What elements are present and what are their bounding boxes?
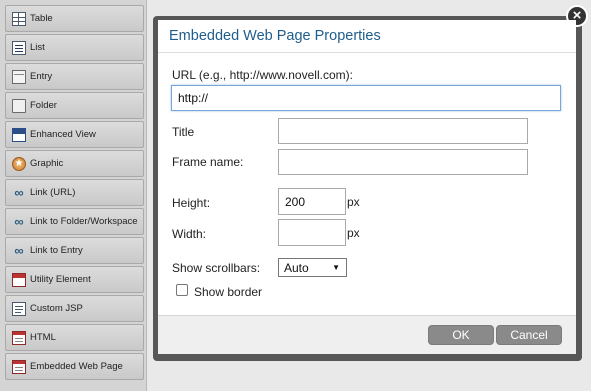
palette-item-custom-jsp[interactable]: Custom JSP (5, 295, 144, 322)
link-icon: ∞ (14, 184, 24, 200)
palette-item-link-url[interactable]: ∞ Link (URL) (5, 179, 144, 206)
palette-item-link-to-folder-workspace[interactable]: ∞ Link to Folder/Workspace (5, 208, 144, 235)
palette-item-utility-element[interactable]: Utility Element (5, 266, 144, 293)
palette-item-label: Custom JSP (30, 303, 83, 314)
palette-item-enhanced-view[interactable]: Enhanced View (5, 121, 144, 148)
palette-item-link-to-entry[interactable]: ∞ Link to Entry (5, 237, 144, 264)
palette-list: Table List Entry Folder Enhanced View ★ Graphi… (5, 5, 144, 382)
enhanced-view-icon (12, 127, 26, 142)
url-input[interactable] (171, 85, 561, 111)
palette-item-html[interactable]: HTML (5, 324, 144, 351)
list-icon (12, 40, 26, 55)
height-label: Height: (172, 196, 211, 210)
url-label: URL (e.g., http://www.novell.com): (172, 68, 353, 82)
dialog-title-bar: Embedded Web Page Properties (158, 20, 576, 53)
palette-item-label: Link to Folder/Workspace (30, 216, 138, 227)
palette-item-entry[interactable]: Entry (5, 63, 144, 90)
entry-icon (12, 69, 26, 84)
embedded-web-page-icon (12, 359, 26, 374)
palette-item-graphic[interactable]: ★ Graphic (5, 150, 144, 177)
palette-item-label: Link (URL) (30, 187, 76, 198)
scrollbars-label: Show scrollbars: (172, 261, 261, 275)
palette-item-embedded-web-page[interactable]: Embedded Web Page (5, 353, 144, 380)
width-input[interactable] (278, 219, 346, 246)
custom-jsp-icon (12, 301, 26, 316)
palette-item-list[interactable]: List (5, 34, 144, 61)
scrollbars-selected: Auto (284, 260, 309, 275)
link-icon: ∞ (14, 213, 24, 229)
palette-item-label: Link to Entry (30, 245, 83, 256)
palette-item-label: Enhanced View (30, 129, 96, 140)
width-label: Width: (172, 227, 207, 241)
height-unit: px (347, 195, 360, 209)
cancel-button[interactable]: Cancel (496, 325, 562, 345)
palette-item-label: Entry (30, 71, 53, 82)
frame-name-label: Frame name: (172, 155, 244, 169)
show-border-label: Show border (194, 285, 263, 299)
element-palette: Table List Entry Folder Enhanced View ★ Graphi… (0, 0, 147, 391)
title-input[interactable] (278, 118, 528, 144)
show-border-checkbox[interactable] (176, 284, 188, 296)
title-label: Title (172, 125, 195, 139)
height-input[interactable] (278, 188, 346, 215)
palette-item-label: Folder (30, 100, 57, 111)
palette-item-label: HTML (30, 332, 56, 343)
dialog-footer: OK Cancel (158, 315, 576, 354)
palette-item-table[interactable]: Table (5, 5, 144, 32)
palette-item-folder[interactable]: Folder (5, 92, 144, 119)
dialog-title: Embedded Web Page Properties (169, 28, 381, 44)
embedded-web-page-dialog: Embedded Web Page Properties URL (e.g., … (158, 20, 576, 354)
palette-item-label: Graphic (30, 158, 64, 169)
palette-item-label: List (30, 42, 45, 53)
folder-icon (12, 98, 26, 113)
frame-name-input[interactable] (278, 149, 528, 175)
palette-item-label: Table (30, 13, 53, 24)
scrollbars-select[interactable]: Auto ▼ (278, 258, 347, 277)
palette-item-label: Utility Element (30, 274, 91, 285)
utility-element-icon (12, 272, 26, 287)
graphic-icon: ★ (12, 156, 26, 171)
palette-item-label: Embedded Web Page (30, 361, 123, 372)
table-icon (12, 11, 26, 26)
width-unit: px (347, 226, 360, 240)
link-icon: ∞ (14, 242, 24, 258)
dropdown-arrow-icon: ▼ (332, 263, 340, 272)
html-icon (12, 330, 26, 345)
ok-button[interactable]: OK (428, 325, 494, 345)
